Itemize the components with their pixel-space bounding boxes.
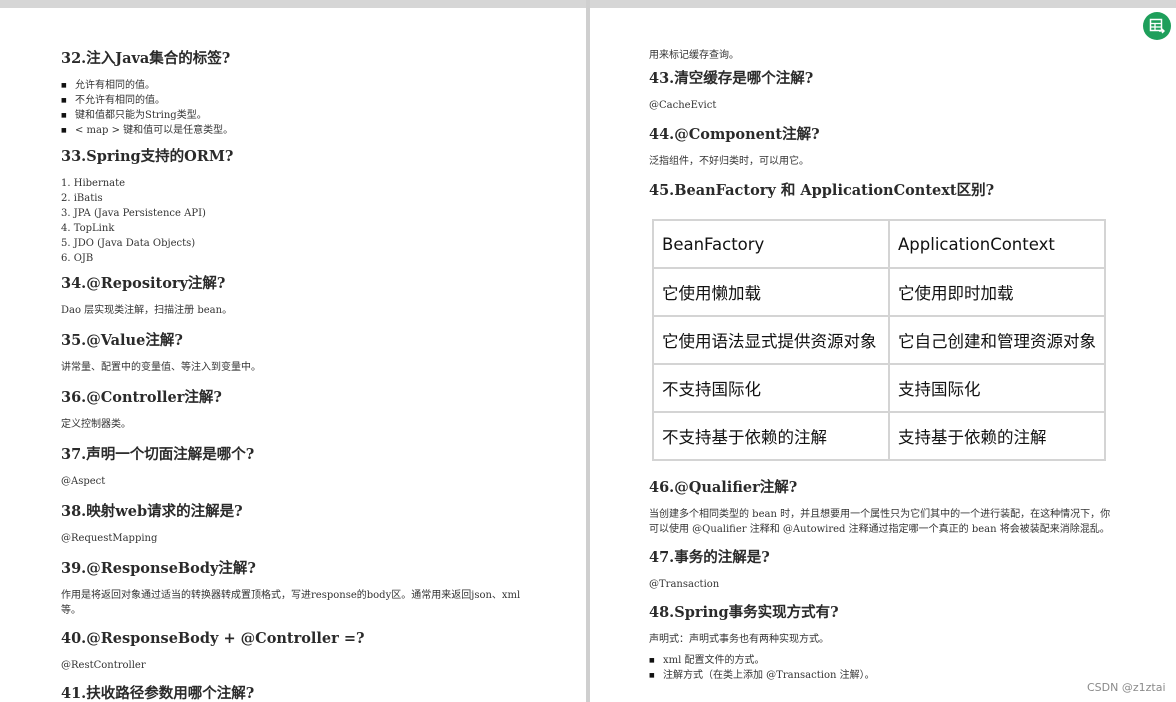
section-text: 定义控制器类。 [61, 419, 131, 430]
table-cell: 它自己创建和管理资源对象 [888, 315, 1106, 365]
table-cell: ApplicationContext [888, 219, 1106, 269]
table-cell: 它使用语法显式提供资源对象 [652, 315, 890, 365]
list-item: 4. TopLink [61, 223, 115, 234]
table-row: 它使用懒加载 它使用即时加载 [652, 267, 1106, 317]
section-heading: 48.Spring事务实现方式有? [649, 604, 839, 621]
section-text: 泛指组件，不好归类时，可以用它。 [649, 156, 809, 167]
table-cell: 不支持国际化 [652, 363, 890, 413]
section-heading: 44.@Component注解? [649, 126, 820, 143]
export-table-icon [1149, 18, 1165, 34]
list-item: 3. JPA (Java Persistence API) [61, 208, 206, 219]
table-row: 不支持国际化 支持国际化 [652, 363, 1106, 413]
section-text: @Aspect [61, 476, 106, 487]
watermark: CSDN @z1ztai [1087, 681, 1166, 694]
section-heading: 46.@Qualifier注解? [649, 479, 798, 496]
section-text: @CacheEvict [649, 100, 717, 111]
table-cell: 支持基于依赖的注解 [888, 411, 1106, 461]
section-text: @Transaction [649, 579, 720, 590]
table-cell: 支持国际化 [888, 363, 1106, 413]
section-heading: 33.Spring支持的ORM? [61, 148, 234, 165]
list-item: 键和值都只能为String类型。 [61, 108, 531, 123]
section-text: 讲常量、配置中的变量值、等注入到变量中。 [61, 362, 261, 373]
list-item: 注解方式（在类上添加 @Transaction 注解）。 [649, 668, 1119, 683]
numbered-list: 1. Hibernate 2. iBatis 3. JPA (Java Pers… [61, 176, 531, 266]
list-item: xml 配置文件的方式。 [649, 653, 1119, 668]
section-text: 作用是将返回对象通过适当的转换器转成置顶格式，写进response的body区。… [61, 590, 521, 616]
list-item: 1. Hibernate [61, 178, 126, 189]
table-row: BeanFactory ApplicationContext [652, 219, 1106, 269]
section-heading: 41.扶收路径参数用哪个注解? [61, 685, 255, 702]
section-heading: 37.声明一个切面注解是哪个? [61, 446, 255, 463]
document-page-left: 32.注入Java集合的标签? 允许有相同的值。 不允许有相同的值。 键和值都只… [0, 8, 586, 702]
right-page-content: 用来标记缓存查询。 43.清空缓存是哪个注解? @CacheEvict 44.@… [649, 48, 1119, 683]
bullet-list: 允许有相同的值。 不允许有相同的值。 键和值都只能为String类型。 < ma… [61, 78, 531, 138]
list-item: 5. JDO (Java Data Objects) [61, 238, 196, 249]
table-row: 不支持基于依赖的注解 支持基于依赖的注解 [652, 411, 1106, 461]
section-heading: 43.清空缓存是哪个注解? [649, 70, 814, 87]
section-heading: 39.@ResponseBody注解? [61, 560, 256, 577]
list-item: 6. OJB [61, 253, 94, 264]
table-cell: BeanFactory [652, 219, 890, 269]
table-cell: 它使用即时加载 [888, 267, 1106, 317]
section-heading: 38.映射web请求的注解是? [61, 503, 243, 520]
table-cell: 不支持基于依赖的注解 [652, 411, 890, 461]
section-text: 声明式：声明式事务也有两种实现方式。 [649, 634, 829, 645]
section-text: @RestController [61, 660, 146, 671]
section-heading: 32.注入Java集合的标签? [61, 50, 231, 67]
section-heading: 34.@Repository注解? [61, 275, 226, 292]
bullet-list: xml 配置文件的方式。 注解方式（在类上添加 @Transaction 注解）… [649, 653, 1119, 683]
export-table-button[interactable] [1143, 12, 1171, 40]
section-text: 用来标记缓存查询。 [649, 50, 739, 61]
comparison-table: BeanFactory ApplicationContext 它使用懒加载 它使… [652, 219, 1106, 461]
section-text: @RequestMapping [61, 533, 158, 544]
list-item: 2. iBatis [61, 193, 103, 204]
section-text: Dao 层实现类注解，扫描注册 bean。 [61, 305, 233, 316]
table-cell: 它使用懒加载 [652, 267, 890, 317]
section-text: 当创建多个相同类型的 bean 时，并且想要用一个属性只为它们其中的一个进行装配… [649, 509, 1111, 535]
section-heading: 36.@Controller注解? [61, 389, 222, 406]
table-row: 它使用语法显式提供资源对象 它自己创建和管理资源对象 [652, 315, 1106, 365]
list-item: 不允许有相同的值。 [61, 93, 531, 108]
section-heading: 35.@Value注解? [61, 332, 183, 349]
document-page-right: 用来标记缓存查询。 43.清空缓存是哪个注解? @CacheEvict 44.@… [590, 8, 1176, 702]
section-heading: 45.BeanFactory 和 ApplicationContext区别? [649, 182, 995, 199]
list-item: < map > 键和值可以是任意类型。 [61, 123, 531, 138]
section-heading: 47.事务的注解是? [649, 549, 770, 566]
section-heading: 40.@ResponseBody + @Controller =? [61, 630, 365, 647]
left-page-content: 32.注入Java集合的标签? 允许有相同的值。 不允许有相同的值。 键和值都只… [61, 48, 531, 702]
list-item: 允许有相同的值。 [61, 78, 531, 93]
